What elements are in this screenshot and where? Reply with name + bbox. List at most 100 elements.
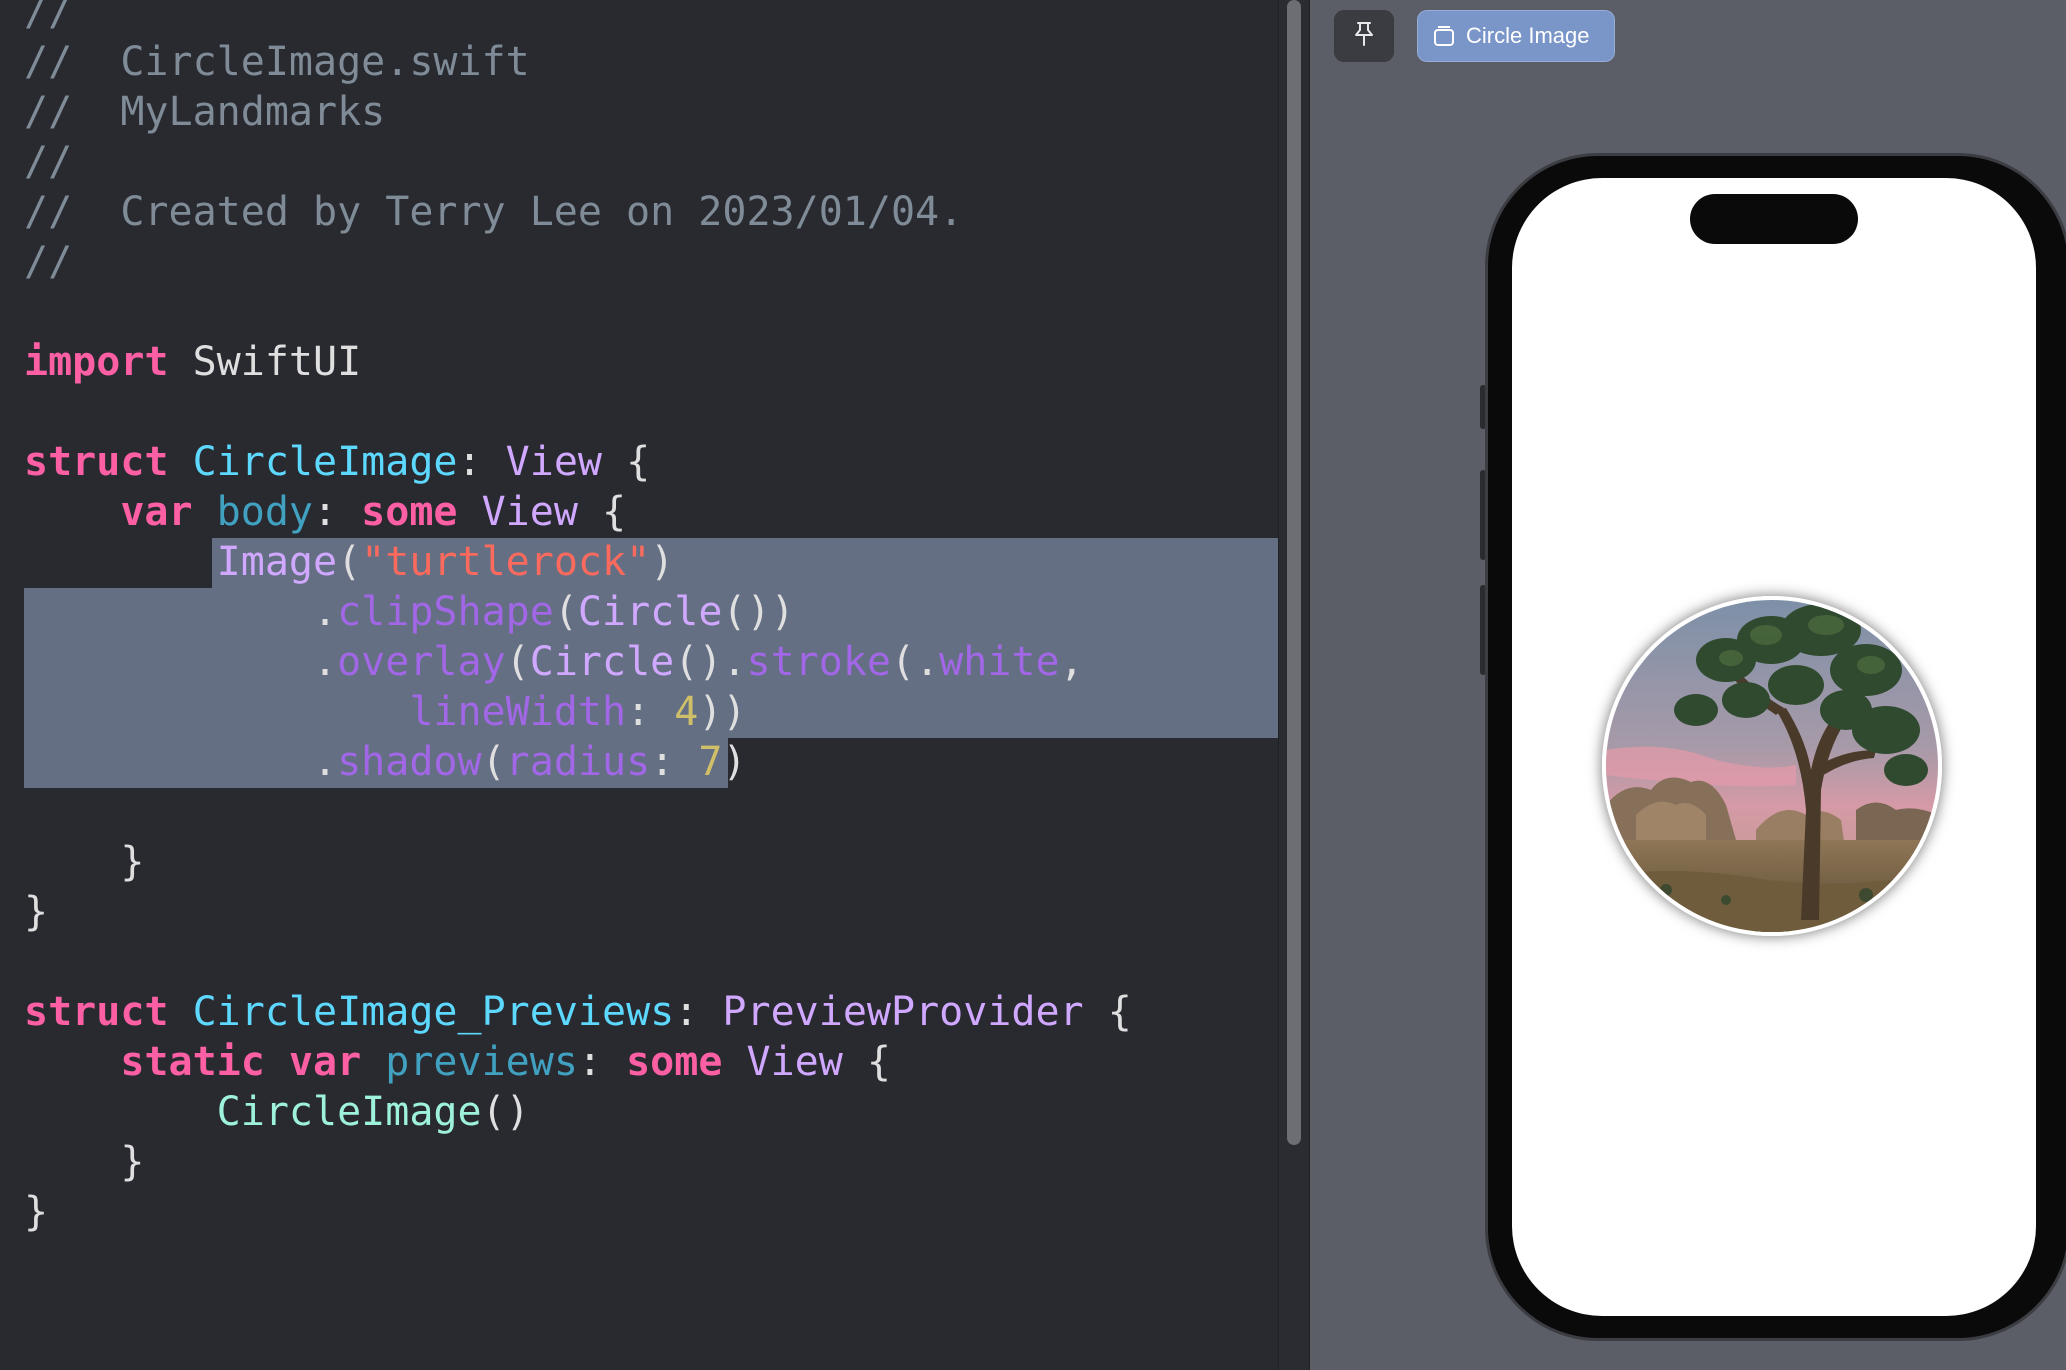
code-token: previews — [385, 1039, 578, 1085]
code-token: // — [24, 0, 73, 35]
preview-window-icon — [1432, 24, 1456, 48]
code-line[interactable]: import SwiftUI — [24, 337, 361, 387]
code-token: . — [24, 739, 338, 785]
code-line[interactable]: // Created by Terry Lee on 2023/01/04. — [24, 187, 963, 237]
code-line[interactable]: .shadow(radius: 7) — [24, 737, 747, 787]
preview-selector-button[interactable]: Circle Image — [1417, 10, 1615, 62]
code-token: ( — [337, 539, 362, 585]
code-line[interactable]: // — [24, 237, 72, 287]
code-line[interactable]: struct CircleImage: View { — [24, 437, 650, 487]
code-token: // MyLandmarks — [24, 89, 386, 135]
dynamic-island — [1690, 194, 1858, 244]
code-line[interactable]: } — [24, 1187, 48, 1237]
code-token: : — [650, 739, 699, 785]
code-token: View — [505, 439, 602, 485]
code-token: PreviewProvider — [722, 989, 1084, 1035]
code-token: ()) — [722, 589, 795, 635]
code-token: () — [481, 1089, 530, 1135]
code-token: var — [288, 1039, 362, 1085]
code-token: // — [24, 239, 73, 285]
code-token: Circle — [529, 639, 675, 685]
code-line[interactable]: // CircleImage.swift — [24, 37, 530, 87]
code-line[interactable]: // MyLandmarks — [24, 87, 385, 137]
preview-selector-label: Circle Image — [1466, 23, 1590, 48]
scrollbar-thumb[interactable] — [1287, 0, 1301, 1145]
code-token: , — [1059, 639, 1084, 685]
code-token: CircleImage_Previews — [192, 989, 675, 1035]
code-token: : — [457, 439, 506, 485]
code-line[interactable]: var body: some View { — [24, 487, 626, 537]
code-token: CircleImage — [192, 439, 458, 485]
code-token: clipShape — [337, 589, 554, 635]
code-token: Circle — [577, 589, 723, 635]
editor-scrollbar[interactable] — [1278, 0, 1310, 1370]
code-token: stroke — [746, 639, 892, 685]
code-token: View — [746, 1039, 843, 1085]
code-token: // CircleImage.swift — [24, 39, 530, 85]
code-token: var — [120, 489, 193, 535]
code-line[interactable]: } — [24, 837, 144, 887]
code-token: )) — [698, 689, 747, 735]
code-token: : — [577, 1039, 627, 1085]
code-token: ) — [650, 539, 675, 585]
code-line[interactable]: lineWidth: 4)) — [24, 687, 747, 737]
code-token: some — [361, 489, 458, 535]
phone-volume-down-button — [1480, 585, 1486, 675]
code-token: } — [24, 1189, 49, 1235]
code-token: overlay — [337, 639, 506, 685]
code-token: import — [24, 339, 169, 385]
code-token: . — [24, 639, 338, 685]
code-line[interactable]: struct CircleImage_Previews: PreviewProv… — [24, 987, 1132, 1037]
code-token: lineWidth — [409, 689, 627, 735]
code-token: } — [24, 839, 145, 885]
code-token: ( — [505, 639, 530, 685]
code-line[interactable]: .clipShape(Circle()) — [24, 587, 795, 637]
code-token: SwiftUI — [168, 339, 362, 385]
code-line[interactable]: Image("turtlerock") — [24, 537, 675, 587]
code-token: } — [24, 1139, 145, 1185]
code-token: struct — [24, 439, 169, 485]
code-line[interactable]: // — [24, 137, 72, 187]
code-token: } — [24, 889, 49, 935]
code-line[interactable]: CircleImage() — [24, 1087, 530, 1137]
code-token: : — [674, 989, 723, 1035]
code-token: ( — [553, 589, 578, 635]
code-line[interactable]: // — [24, 0, 72, 37]
code-token: 7 — [698, 739, 723, 785]
code-line[interactable]: } — [24, 887, 48, 937]
code-token: struct — [24, 989, 169, 1035]
code-token: { — [1083, 989, 1132, 1035]
code-token: View — [481, 489, 578, 535]
code-token: // Created by Terry Lee on 2023/01/04. — [24, 189, 964, 235]
code-token: static — [120, 1039, 265, 1085]
code-line[interactable]: } — [24, 1137, 144, 1187]
code-token: 4 — [674, 689, 699, 735]
device-preview — [1488, 156, 2066, 1338]
code-token: { — [577, 489, 627, 535]
preview-canvas: Circle Image — [1310, 0, 2066, 1370]
code-line[interactable]: static var previews: some View { — [24, 1037, 891, 1087]
code-token: shadow — [337, 739, 482, 785]
pin-icon — [1353, 21, 1375, 51]
code-token: (). — [674, 639, 747, 685]
pin-preview-button[interactable] — [1334, 10, 1394, 62]
turtlerock-circle-image — [1602, 596, 1942, 936]
code-line[interactable]: .overlay(Circle().stroke(.white, — [24, 637, 1084, 687]
code-token: radius — [505, 739, 651, 785]
code-token: . — [24, 589, 338, 635]
code-editor[interactable]: //// CircleImage.swift// MyLandmarks////… — [0, 0, 1278, 1370]
code-token: Image — [216, 539, 338, 585]
code-token: ( — [481, 739, 506, 785]
code-token: CircleImage — [216, 1089, 482, 1135]
